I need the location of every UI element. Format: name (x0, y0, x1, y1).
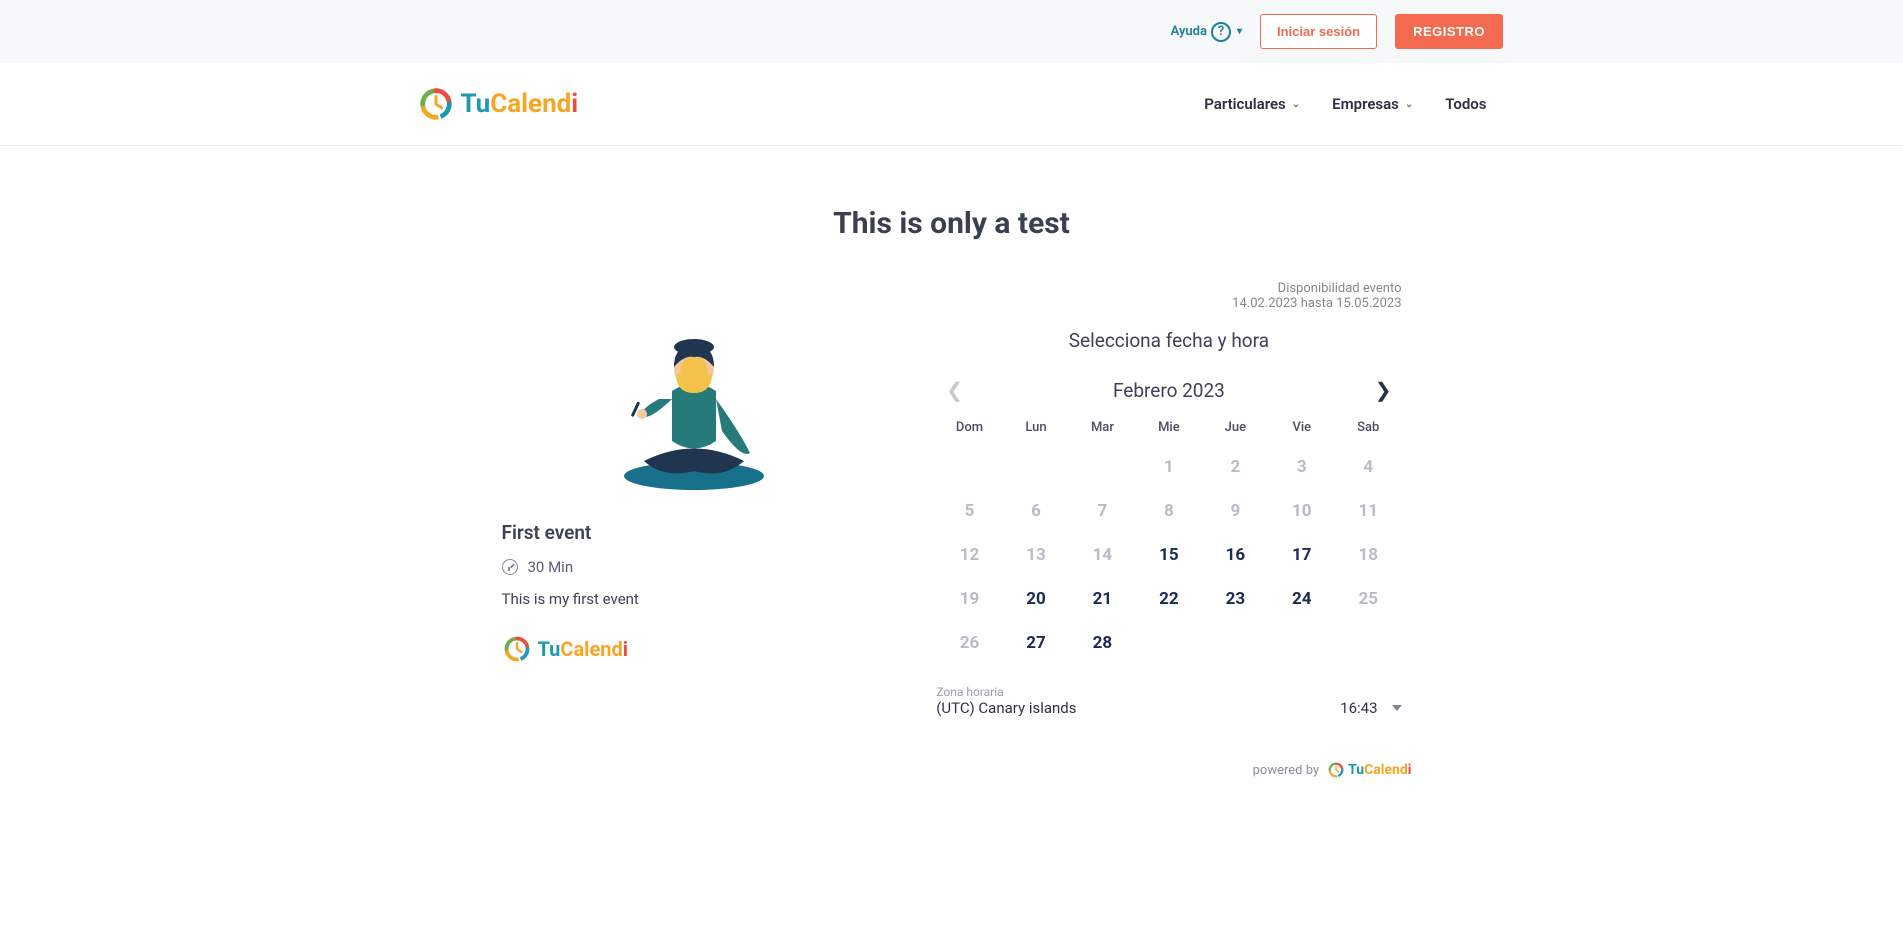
chevron-down-icon: ⌄ (1292, 99, 1300, 110)
calendar-weekday: Vie (1269, 420, 1335, 439)
availability-label: Disponibilidad evento (936, 281, 1401, 296)
calendar-day[interactable]: 23 (1202, 583, 1268, 615)
calendar-day: 7 (1069, 495, 1135, 527)
timezone-value: (UTC) Canary islands (936, 699, 1076, 717)
powered-by-label: powered by (1253, 763, 1320, 778)
calendar-day[interactable]: 28 (1069, 627, 1135, 659)
availability-range: 14.02.2023 hasta 15.05.2023 (936, 296, 1401, 311)
chevron-down-icon: ▾ (1237, 26, 1242, 37)
help-dropdown[interactable]: Ayuda ? ▾ (1171, 22, 1242, 42)
chevron-down-icon (1392, 705, 1402, 711)
calendar-day: 8 (1136, 495, 1202, 527)
event-illustration (502, 321, 887, 491)
nav-item-label: Particulares (1204, 95, 1286, 113)
event-description: This is my first event (502, 590, 887, 608)
nav-item-particulares[interactable]: Particulares ⌄ (1204, 95, 1300, 113)
help-icon: ? (1211, 22, 1231, 42)
calendar-day: 11 (1335, 495, 1401, 527)
login-button[interactable]: Iniciar sesión (1260, 14, 1377, 49)
calendar-day: 13 (1003, 539, 1069, 571)
calendar-day: 10 (1269, 495, 1335, 527)
calendar-day: 3 (1269, 451, 1335, 483)
header: TuCalendi Particulares ⌄ Empresas ⌄ Todos (0, 63, 1903, 146)
calendar-day[interactable]: 22 (1136, 583, 1202, 615)
timezone-row: Zona horaria (UTC) Canary islands 16:43 (936, 685, 1401, 717)
calendar-day[interactable]: 15 (1136, 539, 1202, 571)
help-label: Ayuda (1171, 24, 1207, 39)
logo-text-2: Calend (490, 89, 571, 119)
timezone-selector[interactable]: 16:43 (1340, 699, 1401, 717)
calendar-day[interactable]: 21 (1069, 583, 1135, 615)
calendar-day[interactable]: 16 (1202, 539, 1268, 571)
clock-icon (502, 559, 518, 575)
event-duration: 30 Min (502, 558, 887, 576)
calendar-day: 9 (1202, 495, 1268, 527)
calendar-weekday: Mar (1069, 420, 1135, 439)
select-date-heading: Selecciona fecha y hora (936, 329, 1401, 352)
calendar-month-label: Febrero 2023 (1113, 379, 1225, 402)
booking-panel: First event 30 Min This is my first even… (492, 281, 1412, 717)
calendar-day: 1 (1136, 451, 1202, 483)
date-picker-panel: Disponibilidad evento 14.02.2023 hasta 1… (926, 281, 1411, 717)
logo-mark-icon (417, 85, 455, 123)
main-nav: Particulares ⌄ Empresas ⌄ Todos (1204, 95, 1486, 113)
register-button[interactable]: REGISTRO (1395, 14, 1503, 49)
calendar-grid: DomLunMarMieJueVieSab1234567891011121314… (936, 420, 1401, 659)
calendar-weekday: Lun (1003, 420, 1069, 439)
calendar-prev-button: ❮ (936, 372, 973, 408)
nav-item-label: Todos (1445, 95, 1486, 113)
chevron-down-icon: ⌄ (1405, 99, 1413, 110)
powered-by: powered by TuCalendi (492, 761, 1412, 809)
calendar-day: 5 (936, 495, 1002, 527)
logo-mark-icon (1327, 761, 1345, 779)
logo-text-1: Tu (461, 89, 491, 119)
calendar-day: 19 (936, 583, 1002, 615)
nav-item-label: Empresas (1332, 95, 1399, 113)
event-title: First event (502, 521, 887, 544)
organizer-logo: TuCalendi (502, 634, 629, 664)
event-duration-value: 30 Min (528, 558, 574, 576)
calendar-weekday: Mie (1136, 420, 1202, 439)
nav-item-todos[interactable]: Todos (1445, 95, 1486, 113)
page-title: This is only a test (0, 206, 1903, 241)
calendar-day[interactable]: 20 (1003, 583, 1069, 615)
timezone-label: Zona horaria (936, 685, 1076, 699)
logo-text-3: i (571, 89, 578, 119)
calendar-weekday: Jue (1202, 420, 1268, 439)
calendar-day: 12 (936, 539, 1002, 571)
calendar-next-button[interactable]: ❯ (1365, 372, 1402, 408)
logo-mark-icon (502, 634, 532, 664)
calendar-day[interactable]: 17 (1269, 539, 1335, 571)
brand-logo[interactable]: TuCalendi (417, 85, 579, 123)
calendar-day: 6 (1003, 495, 1069, 527)
utility-bar: Ayuda ? ▾ Iniciar sesión REGISTRO (0, 0, 1903, 63)
calendar-day: 2 (1202, 451, 1268, 483)
calendar-day[interactable]: 24 (1269, 583, 1335, 615)
calendar-header: ❮ Febrero 2023 ❯ (936, 372, 1401, 408)
calendar-day: 26 (936, 627, 1002, 659)
event-info: First event 30 Min This is my first even… (492, 281, 897, 717)
calendar-weekday: Dom (936, 420, 1002, 439)
calendar-day: 25 (1335, 583, 1401, 615)
calendar-day: 18 (1335, 539, 1401, 571)
powered-by-logo[interactable]: TuCalendi (1327, 761, 1411, 779)
nav-item-empresas[interactable]: Empresas ⌄ (1332, 95, 1413, 113)
calendar-weekday: Sab (1335, 420, 1401, 439)
calendar-day: 4 (1335, 451, 1401, 483)
calendar-day: 14 (1069, 539, 1135, 571)
calendar-day[interactable]: 27 (1003, 627, 1069, 659)
timezone-time: 16:43 (1340, 699, 1377, 717)
